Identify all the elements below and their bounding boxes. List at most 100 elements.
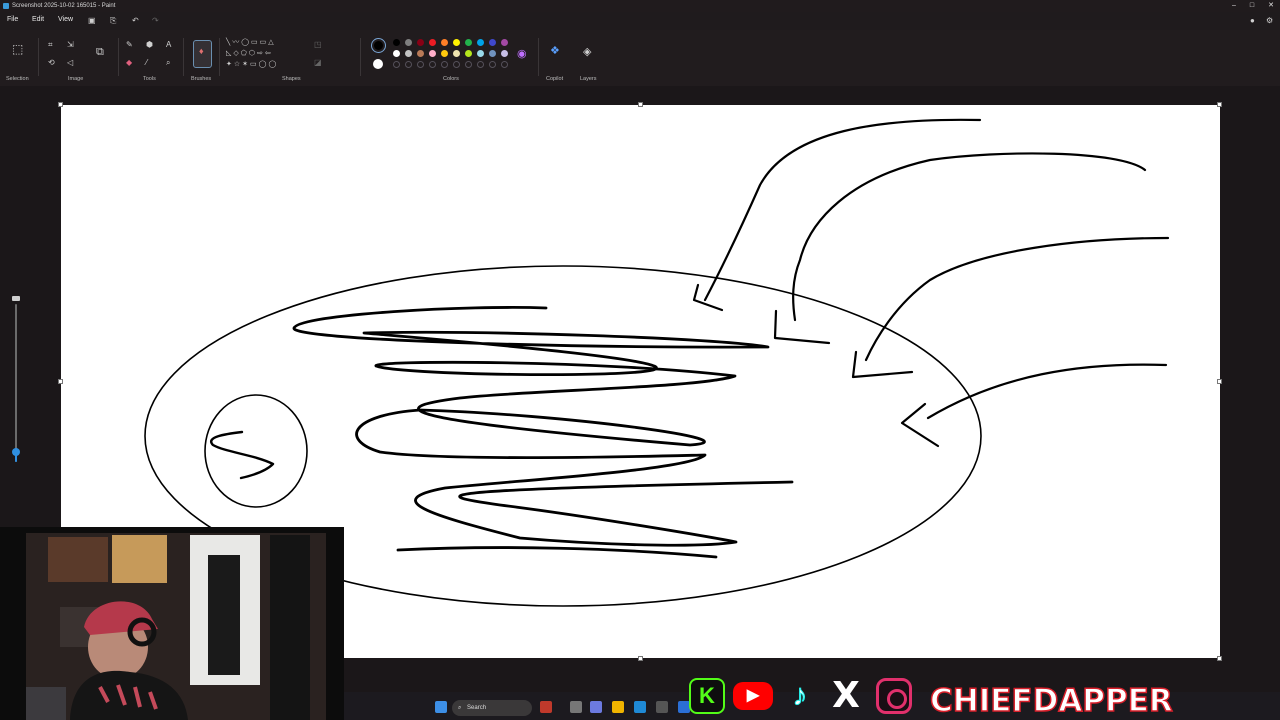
slider-cap bbox=[12, 296, 20, 301]
secondary-color[interactable] bbox=[373, 59, 383, 69]
search-icon: ⌕ bbox=[458, 705, 462, 711]
arrow-line-4 bbox=[926, 363, 1168, 420]
custom-color-slot[interactable] bbox=[405, 61, 412, 68]
resize-handle-bottom-right[interactable] bbox=[1217, 656, 1222, 661]
resize-handle-bottom[interactable] bbox=[638, 656, 643, 661]
color-swatch[interactable] bbox=[405, 39, 412, 46]
color-swatch[interactable] bbox=[465, 39, 472, 46]
color-swatch[interactable] bbox=[393, 39, 400, 46]
custom-color-slot[interactable] bbox=[489, 61, 496, 68]
app-icon[interactable] bbox=[540, 701, 552, 713]
color-swatch[interactable] bbox=[501, 39, 508, 46]
resize-handle-right[interactable] bbox=[1217, 379, 1222, 384]
task-view-icon[interactable] bbox=[570, 701, 582, 713]
color-swatch[interactable] bbox=[453, 50, 460, 57]
color-swatch[interactable] bbox=[441, 50, 448, 57]
flip-icon[interactable]: ◁ bbox=[67, 58, 73, 67]
primary-color bbox=[374, 41, 383, 50]
custom-color-slot[interactable] bbox=[417, 61, 424, 68]
color-swatch[interactable] bbox=[465, 50, 472, 57]
redo-icon[interactable]: ↷ bbox=[152, 16, 159, 25]
group-tools-label: Tools bbox=[143, 76, 156, 82]
color-swatch[interactable] bbox=[417, 50, 424, 57]
resize-handle-top-right[interactable] bbox=[1217, 102, 1222, 107]
magnifier-icon[interactable]: ⌕ bbox=[166, 58, 170, 68]
custom-color-slot[interactable] bbox=[453, 61, 460, 68]
resize-handle-top[interactable] bbox=[638, 102, 643, 107]
color-swatch[interactable] bbox=[393, 50, 400, 57]
crop-icon[interactable]: ⌗ bbox=[48, 40, 53, 50]
color-swatch[interactable] bbox=[429, 50, 436, 57]
custom-color-slot[interactable] bbox=[465, 61, 472, 68]
color-swatch[interactable] bbox=[477, 50, 484, 57]
custom-color-slot[interactable] bbox=[501, 61, 508, 68]
selection-icon[interactable]: ⬚ bbox=[12, 42, 23, 56]
small-circle bbox=[204, 394, 308, 508]
brush-size-slider[interactable] bbox=[11, 296, 21, 466]
menu-view[interactable]: View bbox=[58, 16, 73, 23]
divider bbox=[118, 38, 119, 76]
color-swatch[interactable] bbox=[417, 39, 424, 46]
menu-edit[interactable]: Edit bbox=[32, 16, 44, 23]
minimize-button[interactable]: – bbox=[1232, 0, 1236, 12]
copilot-icon[interactable]: ❖ bbox=[550, 44, 560, 57]
color-swatch[interactable] bbox=[453, 39, 460, 46]
instagram-lens bbox=[887, 689, 907, 709]
arrow-head-2 bbox=[773, 309, 831, 345]
close-button[interactable]: ✕ bbox=[1268, 0, 1274, 12]
custom-color-slot[interactable] bbox=[441, 61, 448, 68]
paint-app-icon bbox=[3, 3, 9, 9]
undo-icon[interactable]: ↶ bbox=[132, 16, 139, 25]
resize-handle-top-left[interactable] bbox=[58, 102, 63, 107]
edit-colors-icon[interactable]: ◉ bbox=[517, 47, 527, 60]
group-colors-label: Colors bbox=[443, 76, 459, 82]
layers-icon[interactable]: ◈ bbox=[583, 45, 591, 58]
shapes-gallery[interactable]: ╲〰◯▭▭△ ◺◇⬠⬡⇨⇦ ✦☆✶▭◯◯ bbox=[226, 37, 306, 73]
shape-fill-icon[interactable]: ◪ bbox=[314, 58, 322, 67]
title-bar: Screenshot 2025-10-02 165015 - Paint – □… bbox=[0, 0, 1280, 12]
webcam-overlay bbox=[0, 527, 344, 720]
custom-color-slot[interactable] bbox=[393, 61, 400, 68]
custom-color-slot[interactable] bbox=[429, 61, 436, 68]
image-select-icon[interactable]: ⧉ bbox=[96, 46, 104, 59]
windows-icon[interactable] bbox=[435, 701, 447, 713]
rotate-icon[interactable]: ⟲ bbox=[48, 58, 55, 67]
arrow-head-1 bbox=[692, 283, 724, 312]
brush-button[interactable]: ♦ bbox=[193, 40, 212, 68]
color-swatch[interactable] bbox=[441, 39, 448, 46]
resize-icon[interactable]: ⇲ bbox=[67, 40, 74, 49]
share-icon[interactable]: ⎘ bbox=[110, 16, 116, 26]
file-explorer-icon[interactable] bbox=[612, 701, 624, 713]
divider bbox=[538, 38, 539, 76]
primary-color-ring[interactable] bbox=[371, 38, 386, 53]
account-icon[interactable]: ● bbox=[1250, 16, 1255, 25]
color-swatch[interactable] bbox=[489, 39, 496, 46]
color-swatch[interactable] bbox=[501, 50, 508, 57]
custom-color-slot[interactable] bbox=[477, 61, 484, 68]
maximize-button[interactable]: □ bbox=[1250, 0, 1254, 12]
edge-icon[interactable] bbox=[634, 701, 646, 713]
tiktok-icon: ♪ bbox=[792, 679, 808, 713]
color-swatch[interactable] bbox=[405, 50, 412, 57]
settings-icon[interactable]: ⚙ bbox=[1266, 16, 1273, 25]
slider-thumb[interactable] bbox=[12, 448, 20, 456]
text-icon[interactable]: A bbox=[166, 40, 171, 49]
color-swatch[interactable] bbox=[429, 39, 436, 46]
store-icon[interactable] bbox=[656, 701, 668, 713]
save-icon[interactable]: ▣ bbox=[88, 16, 96, 25]
eraser-icon[interactable]: ◆ bbox=[126, 58, 132, 67]
color-swatch[interactable] bbox=[489, 50, 496, 57]
fill-icon[interactable]: ⬢ bbox=[146, 40, 153, 49]
resize-handle-left[interactable] bbox=[58, 379, 63, 384]
arrow-line-1 bbox=[703, 118, 982, 302]
outline-icon[interactable]: ◳ bbox=[314, 40, 322, 49]
divider bbox=[38, 38, 39, 76]
color-picker-icon[interactable]: ⁄ bbox=[146, 58, 147, 67]
arrow-head-4 bbox=[900, 402, 940, 448]
menu-file[interactable]: File bbox=[7, 16, 18, 23]
taskbar-search[interactable]: ⌕ Search bbox=[452, 700, 532, 716]
group-copilot-label: Copilot bbox=[546, 76, 564, 82]
pencil-icon[interactable]: ✎ bbox=[126, 40, 133, 49]
color-swatch[interactable] bbox=[477, 39, 484, 46]
app-icon[interactable] bbox=[590, 701, 602, 713]
